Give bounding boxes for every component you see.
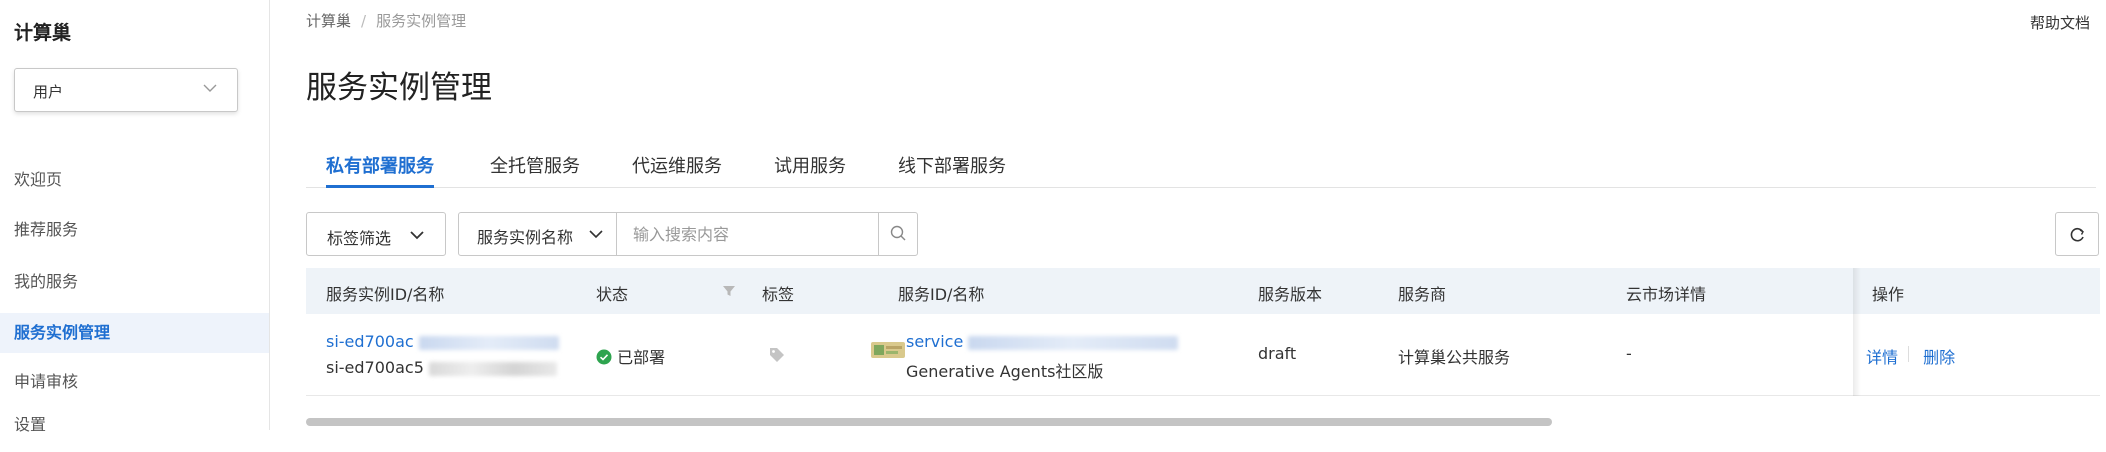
table-row: si-ed700ac si-ed700ac5 已部署 service Gener… (306, 314, 2100, 396)
action-divider (1908, 346, 1909, 362)
marketplace-details: - (1626, 344, 1632, 363)
user-role-select-value: 用户 (33, 83, 64, 101)
search-input[interactable] (621, 219, 841, 249)
search-field-select[interactable]: 服务实例名称 (459, 213, 617, 255)
breadcrumb: 计算巢 / 服务实例管理 (306, 10, 466, 31)
column-header-actions: 操作 (1872, 285, 1905, 304)
service-logo (870, 338, 906, 366)
sidebar: 计算巢 用户 欢迎页 推荐服务 我的服务 服务实例管理 申请审核 设置 (0, 0, 270, 434)
status-text: 已部署 (617, 348, 666, 367)
column-header-marketplace: 云市场详情 (1626, 285, 1707, 304)
breadcrumb-root[interactable]: 计算巢 (306, 12, 351, 30)
column-header-status: 状态 (596, 285, 629, 304)
sidebar-item-settings[interactable]: 设置 (0, 405, 269, 445)
tab-managed-ops[interactable]: 代运维服务 (632, 152, 722, 188)
tab-trial[interactable]: 试用服务 (774, 152, 846, 188)
service-version: draft (1258, 344, 1297, 363)
chevron-down-icon (203, 84, 217, 92)
breadcrumb-separator: / (361, 12, 367, 30)
redacted-text (968, 335, 1179, 350)
search-field-label: 服务实例名称 (477, 228, 574, 247)
delete-link[interactable]: 删除 (1923, 348, 1955, 367)
breadcrumb-current: 服务实例管理 (376, 12, 467, 30)
tag-filter-dropdown[interactable]: 标签筛选 (306, 212, 446, 256)
status-cell: 已部署 (596, 344, 665, 368)
horizontal-scrollbar[interactable] (306, 418, 1552, 426)
refresh-icon (2070, 227, 2084, 242)
service-type-tabs: 私有部署服务 全托管服务 代运维服务 试用服务 线下部署服务 (306, 146, 2096, 188)
column-header-instance: 服务实例ID/名称 (326, 285, 445, 304)
table-header: 服务实例ID/名称 状态 标签 服务ID/名称 服务版本 服务商 云市场详情 操… (306, 268, 2100, 314)
sidebar-title: 计算巢 (14, 22, 72, 44)
chevron-down-icon (589, 230, 603, 239)
sidebar-item-review[interactable]: 申请审核 (0, 362, 269, 402)
service-name: Generative Agents社区版 (906, 362, 1104, 381)
redacted-text (418, 335, 559, 350)
tab-offline-deployment[interactable]: 线下部署服务 (898, 152, 1006, 188)
instance-id-cell: si-ed700ac (326, 332, 559, 351)
search-icon (890, 225, 906, 241)
check-circle-icon (596, 349, 612, 365)
tag-filter-label: 标签筛选 (327, 229, 392, 248)
instance-name: si-ed700ac5 (326, 358, 424, 377)
sidebar-item-recommended[interactable]: 推荐服务 (0, 210, 269, 250)
instance-name-cell: si-ed700ac5 (326, 358, 557, 377)
redacted-text (428, 361, 557, 376)
sidebar-item-instance-management[interactable]: 服务实例管理 (0, 313, 269, 353)
search-button[interactable] (878, 213, 918, 255)
service-id-link[interactable]: service (906, 332, 963, 351)
user-role-select[interactable]: 用户 (14, 68, 238, 112)
column-header-provider: 服务商 (1398, 285, 1447, 304)
column-header-service: 服务ID/名称 (898, 285, 985, 304)
service-provider: 计算巢公共服务 (1398, 348, 1511, 367)
search-group: 服务实例名称 (458, 212, 918, 256)
tab-fully-managed[interactable]: 全托管服务 (490, 152, 580, 188)
instance-id-link[interactable]: si-ed700ac (326, 332, 414, 351)
sidebar-item-welcome[interactable]: 欢迎页 (0, 160, 269, 200)
service-logo-icon (871, 342, 905, 358)
actions-cell: 详情 删除 (1866, 344, 1955, 368)
refresh-button[interactable] (2055, 212, 2099, 256)
column-header-version: 服务版本 (1258, 285, 1323, 304)
help-docs-link[interactable]: 帮助文档 (2030, 12, 2090, 33)
tab-private-deployment[interactable]: 私有部署服务 (326, 152, 434, 188)
sidebar-item-my-services[interactable]: 我的服务 (0, 262, 269, 302)
details-link[interactable]: 详情 (1866, 348, 1898, 367)
service-id-cell: service (906, 332, 1179, 351)
filter-icon[interactable] (722, 284, 736, 298)
tag-icon[interactable] (768, 346, 786, 364)
page-title: 服务实例管理 (306, 70, 492, 106)
chevron-down-icon (410, 231, 424, 240)
column-header-tags: 标签 (762, 285, 795, 304)
sticky-column-shadow (1853, 268, 1861, 396)
